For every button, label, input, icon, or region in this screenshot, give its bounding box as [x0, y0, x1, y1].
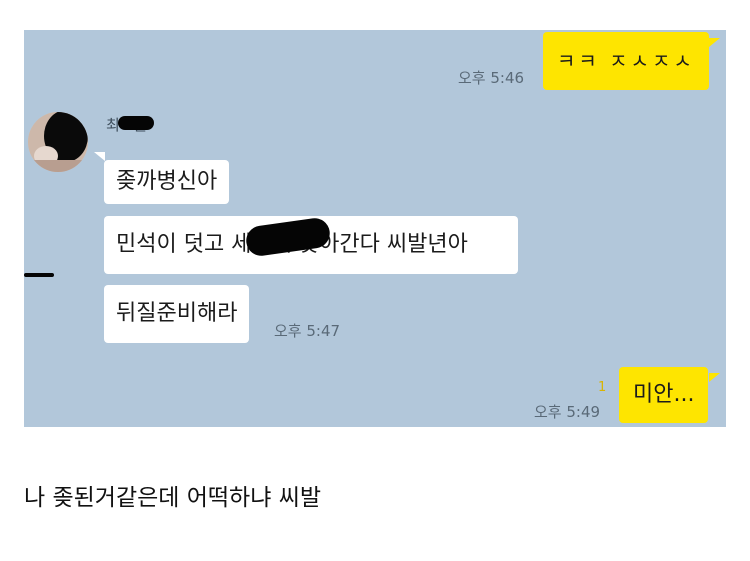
message-time: 오후 5:46	[458, 69, 525, 87]
chat-window: 오후 5:46 ㅋㅋ ㅈㅅㅈㅅ 최ㅇ준 좆까병신아 민석이 덧고 세ㅇ에 찾아간…	[24, 30, 726, 427]
avatar[interactable]	[28, 112, 88, 172]
message-time: 오후 5:49	[534, 403, 601, 421]
bubble-tail	[94, 152, 105, 161]
received-message-bubble[interactable]: 좆까병신아	[104, 160, 230, 204]
bubble-tail	[709, 38, 720, 47]
unread-count-badge: 1	[598, 380, 607, 395]
message-time: 오후 5:47	[274, 322, 341, 340]
post-caption: 나 좆된거같은데 어떡하냐 씨발	[24, 485, 322, 511]
bubble-tail	[709, 373, 720, 382]
redaction-mark	[118, 116, 154, 130]
received-message-bubble[interactable]: 뒤질준비해라	[104, 285, 250, 343]
scribble-mark	[24, 273, 54, 277]
sent-message-bubble[interactable]: ㅋㅋ ㅈㅅㅈㅅ	[543, 32, 709, 90]
sent-message-bubble[interactable]: 미안...	[619, 367, 709, 423]
screenshot-page: 오후 5:46 ㅋㅋ ㅈㅅㅈㅅ 최ㅇ준 좆까병신아 민석이 덧고 세ㅇ에 찾아간…	[0, 0, 750, 561]
avatar-photo-icon	[28, 112, 88, 172]
